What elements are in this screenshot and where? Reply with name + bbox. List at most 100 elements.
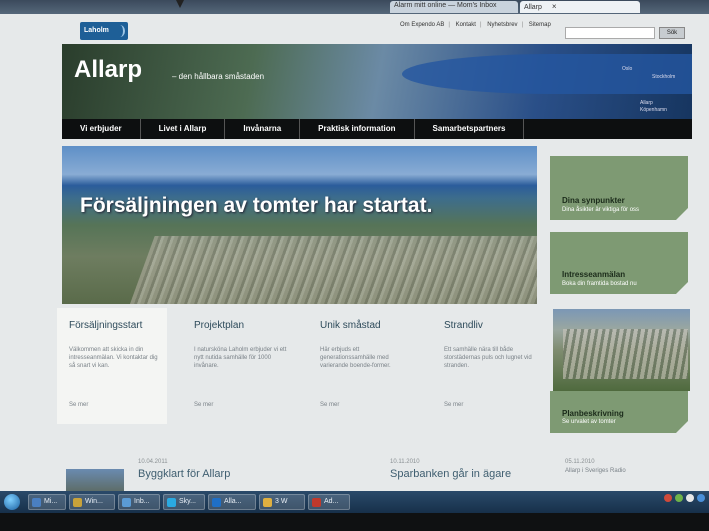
browser-tab-allarp[interactable]: Allarp × [520,1,640,13]
monitor-bezel [0,513,709,531]
nav-praktisk-information[interactable]: Praktisk information [300,119,415,139]
news-item[interactable]: 10.11.2010 Sparbanken går in ägare [390,459,511,480]
browser-tab-label: Alarm mitt online — Mom's Inbox [394,2,497,9]
mouse-cursor-icon [176,0,184,8]
search-button[interactable]: Sök [659,27,685,39]
promo-title: Planbeskrivning [562,409,624,418]
see-more-link[interactable]: Se mer [320,402,339,408]
taskbar-item-label: Ad... [324,498,339,505]
volume-icon[interactable] [686,494,694,502]
top-link-newsletter[interactable]: Nyhetsbrev [487,22,517,28]
network-icon[interactable] [697,494,705,502]
taskbar-item[interactable]: Inb... [118,494,160,510]
close-icon[interactable]: × [552,2,557,11]
top-link-sitemap[interactable]: Sitemap [529,22,551,28]
top-links: Om Expendo AB | Kontakt | Nyhetsbrev | Site… [400,22,551,28]
taskbar-item-label: Inb... [134,498,150,505]
browser-tab-bar: Alarm mitt online — Mom's Inbox Allarp × [0,0,709,14]
column-text: Ett samhälle nära till både storstäderna… [444,347,532,369]
tray-icon[interactable] [675,494,683,502]
top-link-about[interactable]: Om Expendo AB [400,22,444,28]
browser-tab-inbox[interactable]: Alarm mitt online — Mom's Inbox [390,1,518,13]
news-date: 10.04.2011 [138,459,168,465]
column-title[interactable]: Unik småstad [320,320,381,331]
start-button[interactable] [4,494,20,510]
promo-title: Intresseanmälan [562,270,626,279]
taskbar-item-label: 3 W [275,498,288,505]
logo-swoosh-icon [115,25,125,37]
promo-corner [676,421,688,433]
app-icon [212,498,221,507]
top-link-contact[interactable]: Kontakt [456,22,476,28]
promo-intresseanmalan[interactable]: Intresseanmälan Boka din framtida bostad… [550,232,688,294]
news-item[interactable]: 05.11.2010 Allarp i Sveriges Radio [565,459,626,474]
app-icon [73,498,82,507]
news-headline[interactable]: Byggklart för Allarp [138,468,230,480]
column-strandliv: Strandliv Ett samhälle nära till både st… [432,314,542,424]
web-page: Laholm Om Expendo AB | Kontakt | Nyhetsbre… [0,14,709,499]
promo-town-image [563,329,688,379]
promo-title: Dina synpunkter [562,196,625,205]
promo-subtitle: Se urvalet av tomter [562,419,616,425]
promo-subtitle: Dina åsikter är viktiga för oss [562,207,640,213]
column-forsaljningsstart: Försäljningsstart Välkommen att skicka i… [57,308,167,424]
promo-synpunkter[interactable]: Dina synpunkter Dina åsikter är viktiga … [550,156,688,220]
app-icon [167,498,176,507]
news-headline[interactable]: Sparbanken går in ägare [390,468,511,480]
promo-planbeskrivning[interactable]: Planbeskrivning Se urvalet av tomter [550,391,688,433]
column-text: Här erbjuds ett generationssamhälle med … [320,347,391,369]
app-icon [263,498,272,507]
taskbar-item[interactable]: Win... [69,494,115,510]
banner-town-image [129,236,537,304]
taskbar-item[interactable]: Alla... [208,494,256,510]
laholm-logo[interactable]: Laholm [80,22,128,40]
map-label-stockholm: Stockholm [652,74,676,80]
monitor-screen: Alarm mitt online — Mom's Inbox Allarp ×… [0,0,709,531]
column-title[interactable]: Försäljningsstart [69,320,142,331]
app-icon [122,498,131,507]
nav-invanarna[interactable]: Invånarna [225,119,301,139]
windows-taskbar: Mi... Win... Inb... Sky... Alla... 3 W A… [0,491,709,513]
banner-headline: Försäljningen av tomter har startat. [80,194,433,217]
tray-icon[interactable] [664,494,672,502]
nav-livet-i-allarp[interactable]: Livet i Allarp [141,119,226,139]
column-text: Välkommen att skicka in din intresseanmä… [69,347,158,369]
hero-sea-image [402,54,692,94]
column-projektplan: Projektplan I natursköna Laholm erbjuder… [182,314,292,424]
promo-corner [676,282,688,294]
map-label-allarp: Allarp [640,100,653,106]
nav-samarbetspartners[interactable]: Samarbetspartners [415,119,525,139]
nav-vi-erbjuder[interactable]: Vi erbjuder [62,119,141,139]
taskbar-item[interactable]: 3 W [259,494,305,510]
search-input[interactable] [565,27,655,39]
column-tab [57,308,167,314]
promo-corner [676,208,688,220]
see-more-link[interactable]: Se mer [69,402,88,408]
column-title[interactable]: Strandliv [444,320,483,331]
browser-tab-label: Allarp [524,4,542,11]
taskbar-item[interactable]: Ad... [308,494,350,510]
map-label-kopenhamn: Köpenhamn [640,107,667,113]
see-more-link[interactable]: Se mer [444,402,463,408]
taskbar-item[interactable]: Sky... [163,494,205,510]
taskbar-item[interactable]: Mi... [28,494,66,510]
news-item[interactable]: 10.04.2011 Byggklart för Allarp [138,459,230,480]
column-text: I natursköna Laholm erbjuder vi ett nytt… [194,347,287,369]
taskbar-item-label: Mi... [44,498,58,505]
news-date: 10.11.2010 [390,459,420,465]
planbeskrivning-image[interactable] [553,309,690,391]
see-more-link[interactable]: Se mer [194,402,213,408]
column-unik-smastad: Unik småstad Här erbjuds ett generations… [308,314,418,424]
app-icon [32,498,41,507]
column-title[interactable]: Projektplan [194,320,244,331]
taskbar-item-label: Sky... [179,498,196,505]
map-label-oslo: Oslo [622,66,633,72]
site-title[interactable]: Allarp [74,56,142,84]
app-icon [312,498,321,507]
news-date: 05.11.2010 [565,459,595,465]
hero-banner[interactable]: Försäljningen av tomter har startat. [62,146,537,304]
site-subtitle: – den hållbara småstaden [172,72,265,81]
news-headline[interactable]: Allarp i Sveriges Radio [565,468,626,474]
taskbar-item-label: Alla... [224,498,242,505]
taskbar-item-label: Win... [85,498,103,505]
